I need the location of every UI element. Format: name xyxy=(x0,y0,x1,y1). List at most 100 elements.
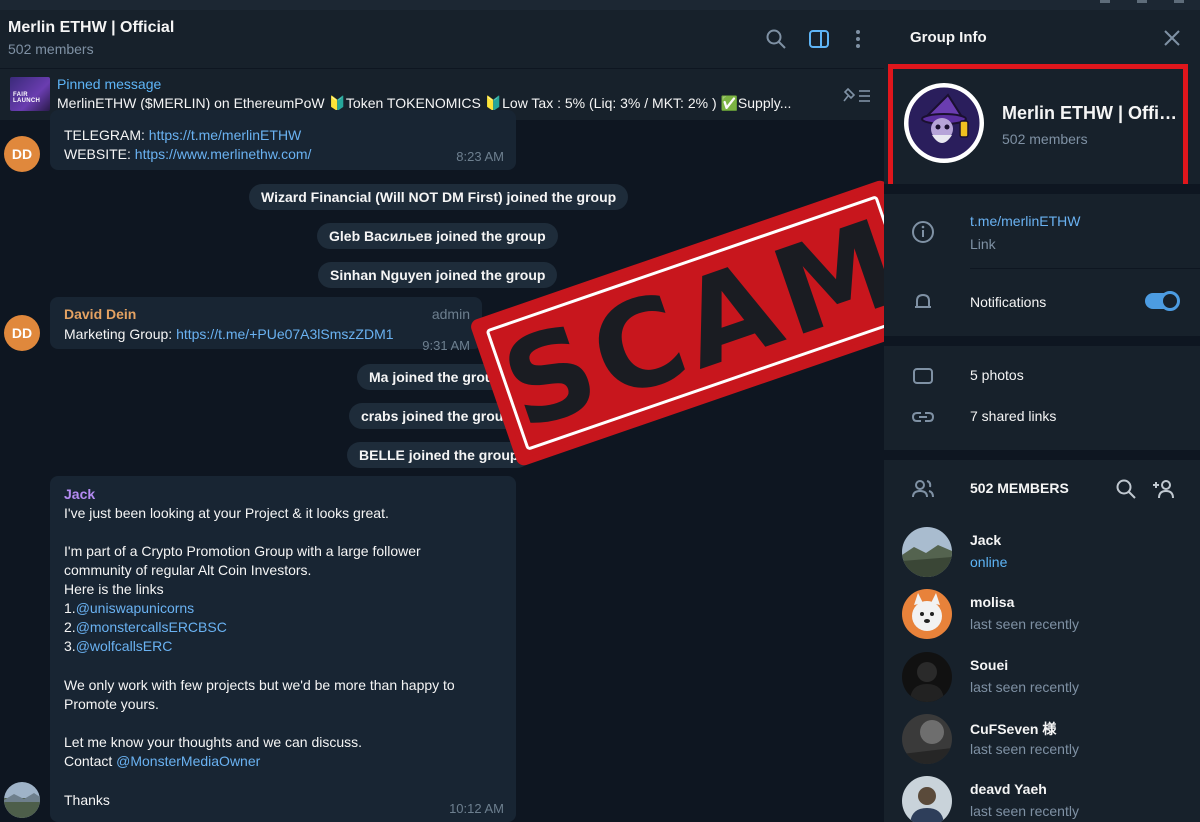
mention-link[interactable]: @MonsterMediaOwner xyxy=(116,753,260,769)
group-profile: Merlin ETHW | Official 502 members xyxy=(884,62,1200,190)
pinned-thumbnail: FAIR LAUNCH xyxy=(10,77,50,111)
link-icon xyxy=(911,412,935,422)
message-line: I'm part of a Crypto Promotion Group wit… xyxy=(64,543,421,559)
sidebar-toggle-icon[interactable] xyxy=(808,28,830,50)
section-separator xyxy=(884,450,1200,460)
member-status: last seen recently xyxy=(970,679,1079,695)
marketing-link[interactable]: https://t.me/+PUe07A3lSmszZDM1 xyxy=(176,326,393,342)
message-line: Promote yours. xyxy=(64,696,159,712)
message-time: 8:23 AM xyxy=(456,149,504,164)
admin-badge: admin xyxy=(431,306,470,322)
list-number: 1. xyxy=(64,600,76,616)
photos-count[interactable]: 5 photos xyxy=(970,367,1024,383)
shared-links-count[interactable]: 7 shared links xyxy=(970,408,1056,424)
avatar xyxy=(902,714,952,764)
chat-title[interactable]: Merlin ETHW | Official xyxy=(8,19,174,37)
avatar xyxy=(902,527,952,577)
search-members-icon[interactable] xyxy=(1114,477,1138,501)
group-info-panel: Group Info Merlin ETHW | Official 502 me… xyxy=(884,10,1200,822)
pin-list-icon[interactable] xyxy=(842,85,872,105)
notifications-label: Notifications xyxy=(970,294,1047,310)
telegram-window: Merlin ETHW | Official 502 members FAIR … xyxy=(0,0,1200,822)
service-message: Gleb Васильев joined the group xyxy=(317,223,558,249)
add-member-icon[interactable] xyxy=(1152,477,1176,501)
member-row[interactable]: molisa last seen recently xyxy=(884,589,1200,651)
message-line: Thanks xyxy=(64,792,110,808)
message-line: TELEGRAM: https://t.me/merlinETHW xyxy=(64,126,301,145)
search-icon[interactable] xyxy=(765,28,787,50)
message-line: 2.@monstercallsERCBSC xyxy=(64,618,227,637)
message-line: 1.@uniswapunicorns xyxy=(64,599,194,618)
pinned-thumbnail-text: FAIR LAUNCH xyxy=(13,92,41,104)
chat-header[interactable]: Merlin ETHW | Official 502 members xyxy=(0,10,884,68)
message-line: 3.@wolfcallsERC xyxy=(64,637,172,656)
message-author[interactable]: Jack xyxy=(64,486,95,502)
highlight-box xyxy=(888,64,1188,190)
avatar xyxy=(902,652,952,702)
message-bubble[interactable]: David Dein admin Marketing Group: https:… xyxy=(50,297,482,353)
group-link[interactable]: t.me/merlinETHW xyxy=(970,213,1080,229)
panel-title: Group Info xyxy=(910,29,987,46)
telegram-link[interactable]: https://t.me/merlinETHW xyxy=(149,127,301,143)
message-time: 10:12 AM xyxy=(449,801,504,816)
member-name: Souei xyxy=(970,657,1009,673)
member-status: last seen recently xyxy=(970,616,1079,632)
notifications-toggle[interactable] xyxy=(1145,291,1180,311)
photo-icon xyxy=(913,368,933,384)
member-status: last seen recently xyxy=(970,803,1079,819)
members-icon xyxy=(912,480,934,498)
avatar[interactable]: DD xyxy=(4,136,40,172)
group-link-label: Link xyxy=(970,236,996,252)
info-icon xyxy=(912,221,934,243)
member-row[interactable]: deavd Yaeh last seen recently xyxy=(884,776,1200,822)
avatar xyxy=(902,589,952,639)
chat-member-count: 502 members xyxy=(8,41,94,57)
message-line: I've just been looking at your Project &… xyxy=(64,505,389,521)
scam-stamp: SCAM xyxy=(468,178,884,468)
list-number: 3. xyxy=(64,638,76,654)
website-link[interactable]: https://www.merlinethw.com/ xyxy=(135,146,312,162)
service-message: BELLE joined the group xyxy=(347,442,531,468)
message-line: Marketing Group: https://t.me/+PUe07A3lS… xyxy=(64,325,394,344)
chat-area: Merlin ETHW | Official 502 members FAIR … xyxy=(0,10,884,822)
service-message: Wizard Financial (Will NOT DM First) joi… xyxy=(249,184,629,210)
member-status: last seen recently xyxy=(970,741,1079,757)
list-number: 2. xyxy=(64,619,76,635)
close-icon[interactable] xyxy=(1162,28,1182,48)
website-label: WEBSITE: xyxy=(64,146,135,162)
mention-link[interactable]: @monstercallsERCBSC xyxy=(76,619,227,635)
bell-icon xyxy=(915,293,931,308)
member-row[interactable]: Souei last seen recently xyxy=(884,652,1200,714)
message-line: Contact @MonsterMediaOwner xyxy=(64,752,260,771)
avatar[interactable]: DD xyxy=(4,315,40,351)
mention-link[interactable]: @uniswapunicorns xyxy=(76,600,195,616)
section-separator xyxy=(884,336,1200,346)
section-separator xyxy=(884,184,1200,194)
more-options-icon[interactable] xyxy=(847,28,869,50)
message-line: We only work with few projects but we'd … xyxy=(64,677,455,693)
message-line: community of regular Alt Coin Investors. xyxy=(64,562,312,578)
message-bubble[interactable]: TELEGRAM: https://t.me/merlinETHW WEBSIT… xyxy=(50,110,516,170)
message-line: Let me know your thoughts and we can dis… xyxy=(64,734,363,750)
member-name: Jack xyxy=(970,532,1002,548)
marketing-label: Marketing Group: xyxy=(64,326,177,342)
member-row[interactable]: Jack online xyxy=(884,527,1200,589)
pinned-label: Pinned message xyxy=(57,76,162,92)
minimize-icon[interactable] xyxy=(1100,0,1110,3)
member-name: deavd Yaeh xyxy=(970,781,1047,797)
contact-label: Contact xyxy=(64,753,117,769)
telegram-label: TELEGRAM: xyxy=(64,127,149,143)
member-status: online xyxy=(970,554,1008,570)
maximize-icon[interactable] xyxy=(1137,0,1147,3)
message-line: Here is the links xyxy=(64,581,164,597)
message-bubble[interactable]: Jack I've just been looking at your Proj… xyxy=(50,476,516,822)
close-window-icon[interactable] xyxy=(1174,0,1184,3)
member-row[interactable]: CuFSeven 様 last seen recently xyxy=(884,714,1200,776)
mention-link[interactable]: @wolfcallsERC xyxy=(76,638,173,654)
message-author[interactable]: David Dein xyxy=(64,306,136,322)
window-titlebar xyxy=(0,0,1200,10)
member-name: molisa xyxy=(970,594,1015,610)
divider xyxy=(970,268,1200,269)
message-line: WEBSITE: https://www.merlinethw.com/ xyxy=(64,145,311,164)
avatar[interactable] xyxy=(4,782,40,818)
